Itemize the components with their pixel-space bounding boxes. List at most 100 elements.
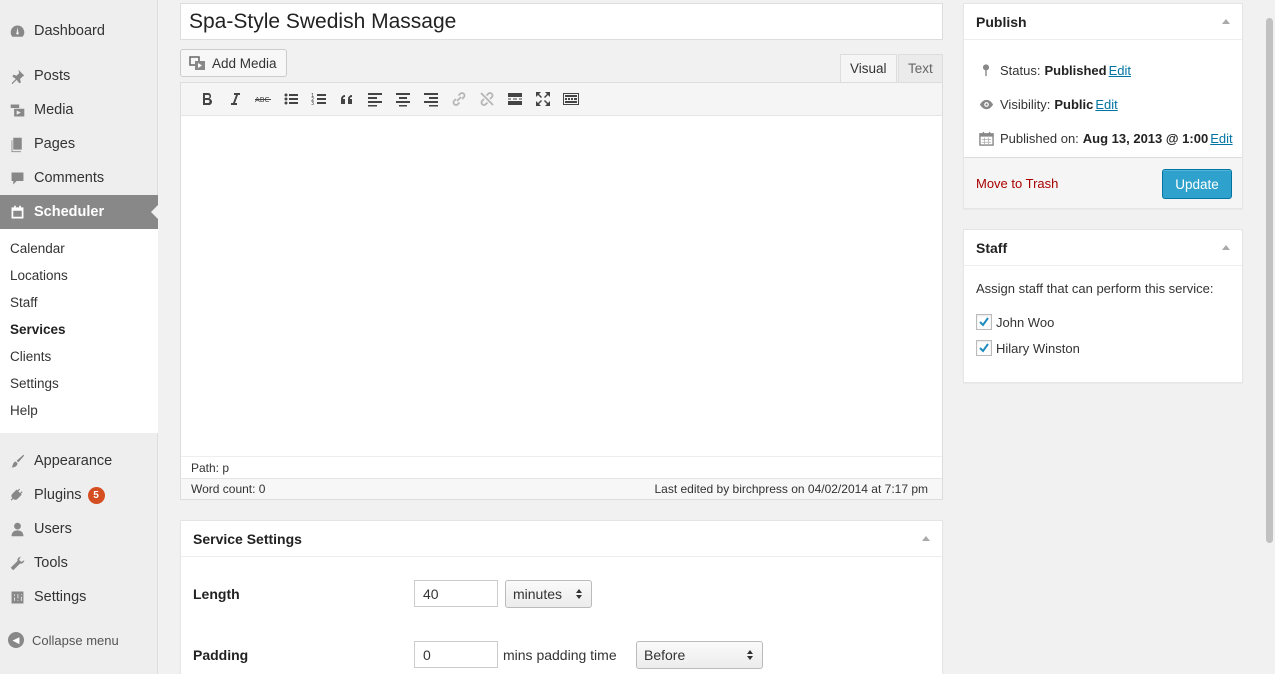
menu-media[interactable]: Media: [0, 93, 158, 127]
dashboard-icon: [0, 23, 34, 40]
bold-button[interactable]: [193, 88, 221, 110]
tab-text[interactable]: Text: [898, 54, 943, 83]
align-left-icon: [368, 93, 382, 107]
bullet-list-button[interactable]: [277, 88, 305, 110]
admin-sidebar: Dashboard Posts Media Pages Comments Sch…: [0, 0, 159, 674]
last-edited: Last edited by birchpress on 04/02/2014 …: [654, 482, 928, 496]
svg-text:3: 3: [311, 101, 314, 107]
collapse-arrow-icon[interactable]: [922, 536, 930, 541]
scheduler-submenu: Calendar Locations Staff Services Client…: [0, 229, 158, 433]
staff-checkbox[interactable]: [976, 340, 992, 356]
edit-date-link[interactable]: Edit: [1210, 131, 1232, 146]
service-settings-box: Service Settings Length minutes Padding …: [180, 520, 943, 674]
update-button[interactable]: Update: [1162, 169, 1232, 199]
submenu-services[interactable]: Services: [10, 322, 66, 337]
insert-link-button[interactable]: [445, 88, 473, 110]
fullscreen-button[interactable]: [529, 88, 557, 110]
length-unit-select[interactable]: minutes: [505, 580, 592, 608]
menu-posts[interactable]: Posts: [0, 59, 158, 93]
unlink-button[interactable]: [473, 88, 501, 110]
scrollbar-thumb[interactable]: [1266, 18, 1273, 543]
publish-date-row: Published on: Aug 13, 2013 @ 1:00 Edit: [978, 130, 1233, 146]
edit-visibility-link[interactable]: Edit: [1095, 97, 1117, 112]
service-settings-header[interactable]: Service Settings: [181, 521, 942, 557]
published-label: Published on:: [1000, 130, 1079, 146]
align-center-button[interactable]: [389, 88, 417, 110]
align-right-button[interactable]: [417, 88, 445, 110]
menu-pages[interactable]: Pages: [0, 127, 158, 161]
menu-label: Pages: [34, 136, 76, 152]
menu-plugins[interactable]: Plugins 5: [0, 478, 158, 512]
editor-content-area[interactable]: [181, 116, 942, 455]
length-input[interactable]: [414, 580, 498, 607]
menu-tools[interactable]: Tools: [0, 546, 158, 580]
move-to-trash-link[interactable]: Move to Trash: [976, 176, 1058, 191]
numbered-list-button[interactable]: 123: [305, 88, 333, 110]
toolbar-toggle-button[interactable]: [557, 88, 585, 110]
publish-header[interactable]: Publish: [964, 4, 1242, 40]
collapse-arrow-icon[interactable]: [1222, 19, 1230, 24]
link-icon: [452, 92, 466, 106]
collapse-arrow-icon[interactable]: [1222, 245, 1230, 250]
menu-label: Appearance: [34, 453, 113, 469]
align-left-button[interactable]: [361, 88, 389, 110]
publish-visibility-row: Visibility: Public Edit: [978, 96, 1118, 112]
italic-button[interactable]: [221, 88, 249, 110]
menu-settings[interactable]: Settings: [0, 580, 158, 614]
align-center-icon: [396, 93, 410, 107]
submenu-clients[interactable]: Clients: [10, 349, 51, 364]
staff-box: Staff Assign staff that can perform this…: [963, 229, 1243, 383]
media-icon: [0, 102, 34, 119]
plug-icon: [0, 487, 34, 504]
publish-box: Publish Status: Published Edit Visibilit…: [963, 3, 1243, 209]
content-editor: ABC 123 Path: p Word count: 0 Last edite…: [180, 82, 943, 500]
staff-checkbox[interactable]: [976, 314, 992, 330]
padding-position-select[interactable]: Before: [636, 641, 763, 669]
menu-dashboard[interactable]: Dashboard: [0, 14, 158, 48]
user-icon: [0, 521, 34, 538]
brush-icon: [0, 453, 34, 470]
collapse-label: Collapse menu: [32, 632, 119, 648]
comment-icon: [0, 170, 34, 187]
submenu-staff[interactable]: Staff: [10, 295, 38, 310]
menu-scheduler[interactable]: Scheduler: [0, 195, 159, 229]
submenu-help[interactable]: Help: [10, 403, 38, 418]
menu-label: Plugins: [34, 487, 82, 503]
length-label: Length: [193, 586, 240, 602]
blockquote-button[interactable]: [333, 88, 361, 110]
strikethrough-button[interactable]: ABC: [249, 88, 277, 110]
post-title-input[interactable]: [180, 3, 943, 40]
plugins-update-badge: 5: [87, 486, 105, 504]
padding-position-value: Before: [644, 647, 686, 663]
align-right-icon: [424, 93, 438, 107]
menu-appearance[interactable]: Appearance: [0, 444, 158, 478]
staff-option-john-woo: John Woo: [976, 314, 1054, 330]
editor-toolbar: ABC 123: [181, 83, 942, 116]
calendar-icon: [978, 130, 994, 146]
italic-icon: [231, 93, 240, 105]
strikethrough-icon: ABC: [255, 96, 271, 104]
staff-title: Staff: [976, 239, 1008, 256]
submenu-calendar[interactable]: Calendar: [10, 241, 65, 256]
submenu-locations[interactable]: Locations: [10, 268, 68, 283]
fullscreen-icon: [536, 92, 550, 106]
tab-visual[interactable]: Visual: [840, 54, 897, 83]
insert-more-button[interactable]: [501, 88, 529, 110]
calendar-icon: [0, 204, 34, 221]
quote-icon: [341, 95, 352, 104]
menu-label: Comments: [34, 170, 105, 186]
padding-input[interactable]: [414, 641, 498, 668]
page-scrollbar[interactable]: [1263, 0, 1275, 674]
editor-path: Path: p: [181, 456, 942, 478]
menu-label: Media: [34, 102, 74, 118]
pin-icon: [0, 68, 34, 85]
edit-status-link[interactable]: Edit: [1109, 63, 1131, 78]
add-media-button[interactable]: Add Media: [180, 49, 287, 77]
wrench-icon: [0, 555, 34, 572]
collapse-menu-button[interactable]: ◀ Collapse menu: [8, 632, 119, 648]
menu-comments[interactable]: Comments: [0, 161, 158, 195]
menu-users[interactable]: Users: [0, 512, 158, 546]
settings-icon: [0, 589, 34, 606]
submenu-settings[interactable]: Settings: [10, 376, 59, 391]
staff-header[interactable]: Staff: [964, 230, 1242, 266]
